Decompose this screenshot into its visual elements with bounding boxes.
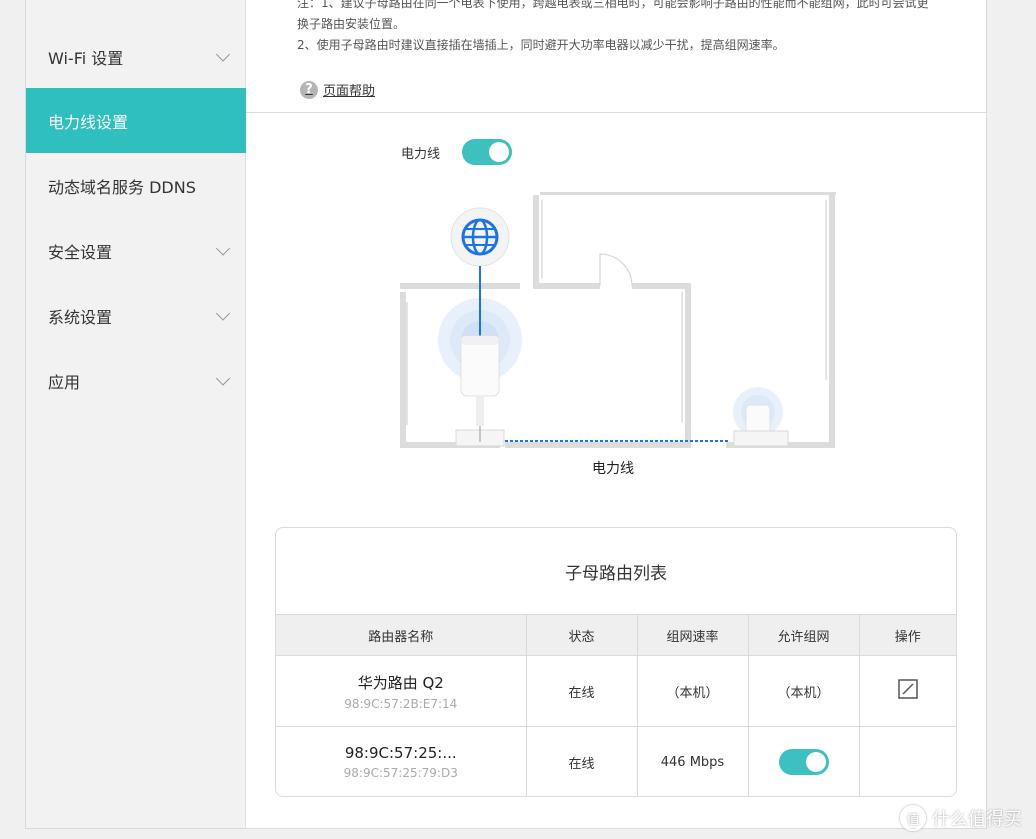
chevron-down-icon [215, 305, 231, 321]
router-allow-cell [747, 726, 860, 796]
app-frame: Wi-Fi 设置 电力线设置 动态域名服务 DDNS 安全设置 系统设置 应用 … [25, 0, 987, 829]
table-row: 华为路由 Q2 98:9C:57:2B:E7:14 在线 （本机） （本机） [276, 655, 956, 727]
sidebar-item-wifi[interactable]: Wi-Fi 设置 [26, 24, 246, 89]
router-mac: 98:9C:57:2B:E7:14 [344, 696, 458, 711]
router-status: 在线 [525, 655, 638, 727]
smzdm-logo-icon: 值 [900, 805, 926, 831]
sidebar-item-system[interactable]: 系统设置 [26, 283, 246, 348]
powerline-label: 电力线 [401, 147, 441, 162]
main-content: 注：1、建议子母路由在同一个电表下使用，跨越电表或三相电时，可能会影响子路由的性… [246, 0, 987, 828]
note-line: 注：1、建议子母路由在同一个电表下使用，跨越电表或三相电时，可能会影响子路由的性… [297, 0, 929, 10]
router-status: 在线 [525, 726, 638, 796]
sidebar-item-label: 应用 [48, 372, 81, 392]
watermark-text: 什么值得买 [932, 809, 1022, 830]
note-line: 2、使用子母路由时建议直接插在墙插上，同时避开大功率电器以减少干扰，提高组网速率… [297, 38, 785, 52]
note-line: 换子路由安装位置。 [297, 17, 406, 31]
page-help-label: 页面帮助 [323, 84, 376, 99]
chevron-down-icon [215, 370, 231, 386]
divider [246, 112, 987, 113]
router-name-cell: 华为路由 Q2 98:9C:57:2B:E7:14 [276, 655, 527, 727]
column-header: 组网速率 [636, 614, 749, 656]
toggle-knob [489, 142, 509, 162]
router-name-cell: 98:9C:57:25:... 98:9C:57:25:79:D3 [276, 726, 527, 796]
chevron-down-icon [215, 240, 231, 256]
table-row: 98:9C:57:25:... 98:9C:57:25:79:D3 在线 446… [276, 726, 956, 796]
router-name: 98:9C:57:25:... [344, 744, 457, 763]
sidebar-item-apps[interactable]: 应用 [26, 348, 246, 413]
sidebar-item-ddns[interactable]: 动态域名服务 DDNS [26, 153, 246, 218]
watermark: 值 什么值得买 [900, 805, 1022, 831]
column-header: 允许组网 [747, 614, 860, 656]
router-rate: （本机） [636, 655, 749, 727]
column-header: 路由器名称 [276, 614, 527, 656]
router-action-cell [858, 726, 956, 796]
sidebar-item-label: 电力线设置 [48, 112, 129, 132]
edit-icon[interactable] [898, 679, 918, 699]
sidebar-item-powerline[interactable]: 电力线设置 [26, 88, 246, 153]
usage-notes: 注：1、建议子母路由在同一个电表下使用，跨越电表或三相电时，可能会影响子路由的性… [297, 0, 987, 56]
toggle-knob [805, 752, 826, 773]
sidebar-item-label: 系统设置 [48, 307, 113, 327]
router-list-title: 子母路由列表 [565, 563, 667, 584]
table-header-row: 路由器名称 状态 组网速率 允许组网 操作 [276, 614, 956, 656]
page-help-link[interactable]: ? 页面帮助 [300, 80, 375, 99]
router-allow: （本机） [747, 655, 860, 727]
question-icon: ? [300, 80, 318, 99]
sidebar-item-label: 动态域名服务 DDNS [48, 177, 196, 197]
router-name: 华为路由 Q2 [357, 673, 444, 692]
router-table: 路由器名称 状态 组网速率 允许组网 操作 华为路由 Q2 98:9C:57:2… [276, 614, 956, 796]
powerline-toggle[interactable] [462, 139, 512, 165]
column-header: 状态 [525, 614, 638, 656]
router-mac: 98:9C:57:25:79:D3 [343, 766, 458, 781]
chevron-down-icon [215, 46, 231, 62]
door-arc [599, 253, 633, 287]
allow-network-toggle[interactable] [778, 749, 829, 776]
sub-router [733, 387, 789, 447]
router-rate: 446 Mbps [636, 726, 749, 796]
main-router [438, 266, 522, 447]
sidebar-item-security[interactable]: 安全设置 [26, 218, 246, 283]
column-header: 操作 [858, 614, 956, 656]
sidebar: Wi-Fi 设置 电力线设置 动态域名服务 DDNS 安全设置 系统设置 应用 [26, 0, 246, 828]
internet-node [450, 207, 510, 267]
powerline-diagram [400, 192, 836, 448]
router-action-cell [858, 655, 956, 727]
router-list-card: 子母路由列表 路由器名称 状态 组网速率 允许组网 操作 华为路由 Q2 98:… [275, 527, 957, 797]
sidebar-item-label: Wi-Fi 设置 [48, 48, 124, 68]
diagram-caption: 电力线 [592, 461, 634, 477]
sidebar-item-label: 安全设置 [48, 242, 113, 262]
